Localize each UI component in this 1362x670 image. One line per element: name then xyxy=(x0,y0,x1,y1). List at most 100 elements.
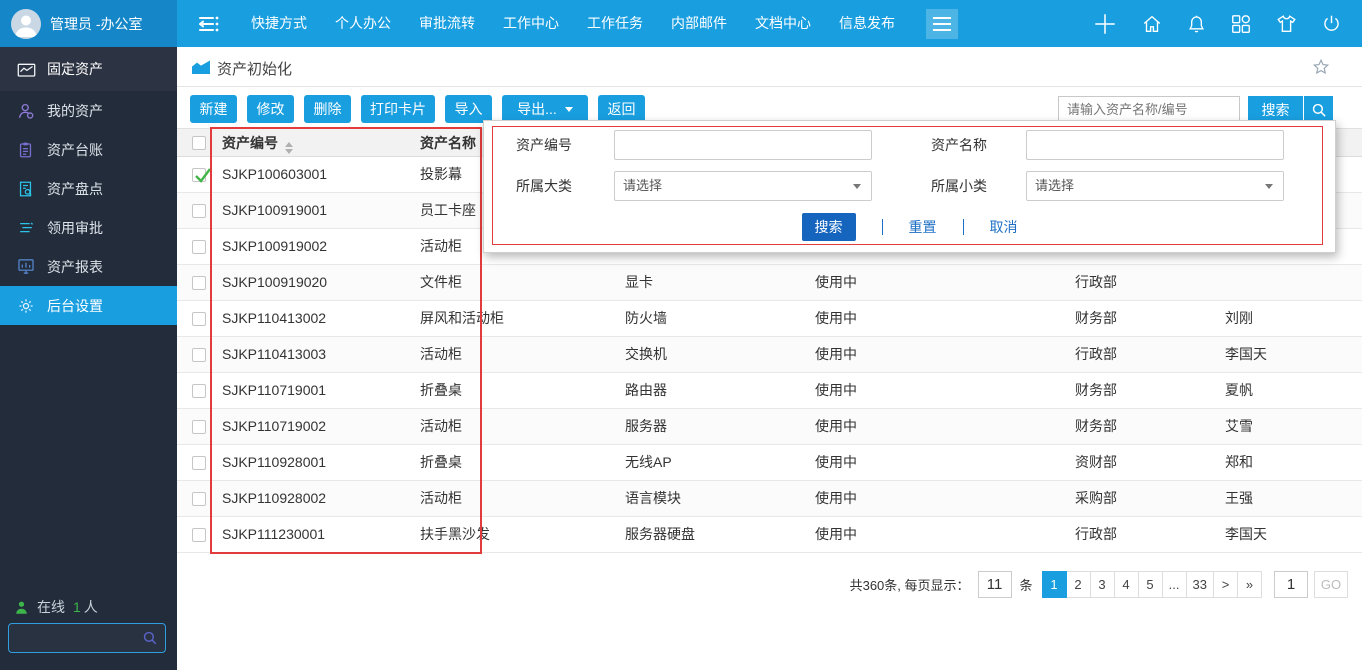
nav-item-2[interactable]: 审批流转 xyxy=(405,0,489,47)
row-checkbox[interactable] xyxy=(192,312,206,326)
toolbar-button-6[interactable]: 返回 xyxy=(598,95,645,123)
cell-name: 折叠桌 xyxy=(414,445,619,480)
apps-icon[interactable] xyxy=(1230,13,1252,35)
sidebar-item-label: 领用审批 xyxy=(47,218,103,238)
select-all-checkbox[interactable] xyxy=(192,136,206,150)
row-checkbox[interactable] xyxy=(192,168,206,182)
sidebar-search-box[interactable] xyxy=(8,623,166,653)
table-row[interactable]: SJKP110413003活动柜交换机使用中行政部李国天 xyxy=(177,337,1362,373)
sidebar-item-1[interactable]: 我的资产 xyxy=(0,91,177,130)
asset-name-field[interactable] xyxy=(1026,130,1284,160)
goto-page-input[interactable] xyxy=(1274,571,1308,598)
row-checkbox[interactable] xyxy=(192,384,206,398)
minor-category-select[interactable]: 请选择 xyxy=(1026,171,1284,201)
favorite-star-icon[interactable] xyxy=(1312,58,1330,76)
ledger-icon xyxy=(17,141,34,159)
cell-name: 折叠桌 xyxy=(414,373,619,408)
page-size-input[interactable] xyxy=(978,571,1012,598)
row-checkbox[interactable] xyxy=(192,204,206,218)
toolbar-button-0[interactable]: 新建 xyxy=(190,95,237,123)
nav-item-0[interactable]: 快捷方式 xyxy=(237,0,321,47)
page-header: 资产初始化 xyxy=(177,47,1362,87)
cell-dept: 财务部 xyxy=(1069,301,1219,336)
nav-collapse-icon[interactable] xyxy=(195,13,221,35)
col-header-name[interactable]: 资产名称 xyxy=(420,135,476,151)
nav-item-1[interactable]: 个人办公 xyxy=(321,0,405,47)
cell-status: 使用中 xyxy=(809,301,1069,336)
toolbar-button-1[interactable]: 修改 xyxy=(247,95,294,123)
cell-user xyxy=(1219,265,1362,300)
row-checkbox[interactable] xyxy=(192,456,206,470)
last-page-button[interactable]: » xyxy=(1237,571,1262,598)
panel-search-button[interactable]: 搜索 xyxy=(802,213,856,241)
major-category-select[interactable]: 请选择 xyxy=(614,171,872,201)
sidebar-search-input[interactable] xyxy=(9,631,142,646)
cell-code: SJKP110719002 xyxy=(210,409,414,444)
toolbar-button-2[interactable]: 删除 xyxy=(304,95,351,123)
asset-search-input[interactable] xyxy=(1058,96,1240,123)
top-menu: 快捷方式个人办公审批流转工作中心工作任务内部邮件文档中心信息发布 xyxy=(237,0,909,47)
page-button-5[interactable]: 5 xyxy=(1138,571,1163,598)
cell-status: 使用中 xyxy=(809,337,1069,372)
nav-item-6[interactable]: 文档中心 xyxy=(741,0,825,47)
sidebar: 固定资产我的资产资产台账资产盘点领用审批资产报表后台设置 在线 1 人 xyxy=(0,47,177,670)
table-row[interactable]: SJKP111230001扶手黑沙发服务器硬盘使用中行政部李国天 xyxy=(177,517,1362,553)
nav-item-3[interactable]: 工作中心 xyxy=(489,0,573,47)
cell-code: SJKP100919002 xyxy=(210,229,414,264)
table-row[interactable]: SJKP100919020文件柜显卡使用中行政部 xyxy=(177,265,1362,301)
search-button[interactable]: 搜索 xyxy=(1248,96,1333,123)
fixed-assets-icon xyxy=(17,61,36,78)
row-checkbox[interactable] xyxy=(192,348,206,362)
asset-code-field[interactable] xyxy=(614,130,872,160)
sidebar-item-6[interactable]: 后台设置 xyxy=(0,286,177,325)
table-row[interactable]: SJKP110719001折叠桌路由器使用中财务部夏帆 xyxy=(177,373,1362,409)
page-button-33[interactable]: 33 xyxy=(1186,571,1214,598)
go-button[interactable]: GO xyxy=(1314,571,1348,598)
home-icon[interactable] xyxy=(1141,13,1163,35)
sidebar-item-0[interactable]: 固定资产 xyxy=(0,47,177,91)
cell-user: 郑和 xyxy=(1219,445,1362,480)
menu-toggle-button[interactable] xyxy=(926,9,958,39)
row-checkbox[interactable] xyxy=(192,492,206,506)
panel-cancel-link[interactable]: 取消 xyxy=(990,217,1018,237)
table-row[interactable]: SJKP110928002活动柜语言模块使用中采购部王强 xyxy=(177,481,1362,517)
row-checkbox[interactable] xyxy=(192,528,206,542)
main-content: 资产初始化 搜索 新建修改删除打印卡片导入导出... 返回 资产编号 资产名称 S… xyxy=(177,47,1362,670)
cell-code: SJKP100919020 xyxy=(210,265,414,300)
toolbar-button-4[interactable]: 导入 xyxy=(445,95,492,123)
sidebar-item-3[interactable]: 资产盘点 xyxy=(0,169,177,208)
nav-item-5[interactable]: 内部邮件 xyxy=(657,0,741,47)
page-title: 资产初始化 xyxy=(217,58,292,79)
theme-icon[interactable] xyxy=(1275,13,1298,35)
table-row[interactable]: SJKP110719002活动柜服务器使用中财务部艾雪 xyxy=(177,409,1362,445)
sort-icon[interactable] xyxy=(285,142,293,154)
nav-item-7[interactable]: 信息发布 xyxy=(825,0,909,47)
cell-name: 扶手黑沙发 xyxy=(414,517,619,552)
page-button-2[interactable]: 2 xyxy=(1066,571,1091,598)
toolbar-button-5[interactable]: 导出... xyxy=(502,95,588,123)
nav-item-4[interactable]: 工作任务 xyxy=(573,0,657,47)
table-row[interactable]: SJKP110413002屏风和活动柜防火墙使用中财务部刘刚 xyxy=(177,301,1362,337)
plus-icon[interactable] xyxy=(1092,11,1118,37)
sidebar-search-icon[interactable] xyxy=(142,630,158,646)
table-row[interactable]: SJKP110928001折叠桌无线AP使用中资财部郑和 xyxy=(177,445,1362,481)
page-title-chart-icon xyxy=(191,59,211,76)
row-checkbox[interactable] xyxy=(192,276,206,290)
bell-icon[interactable] xyxy=(1186,13,1207,35)
sidebar-item-4[interactable]: 领用审批 xyxy=(0,208,177,247)
next-page-button[interactable]: > xyxy=(1213,571,1238,598)
panel-reset-link[interactable]: 重置 xyxy=(909,217,937,237)
cell-code: SJKP100919001 xyxy=(210,193,414,228)
col-header-code[interactable]: 资产编号 xyxy=(222,135,278,151)
row-checkbox[interactable] xyxy=(192,240,206,254)
page-button-1[interactable]: 1 xyxy=(1042,571,1067,598)
user-zone[interactable]: 管理员 -办公室 xyxy=(0,0,177,47)
sidebar-item-2[interactable]: 资产台账 xyxy=(0,130,177,169)
row-checkbox[interactable] xyxy=(192,420,206,434)
field-label-major-category: 所属大类 xyxy=(516,171,572,201)
power-icon[interactable] xyxy=(1321,13,1342,35)
page-button-3[interactable]: 3 xyxy=(1090,571,1115,598)
page-button-4[interactable]: 4 xyxy=(1114,571,1139,598)
toolbar-button-3[interactable]: 打印卡片 xyxy=(361,95,435,123)
sidebar-item-5[interactable]: 资产报表 xyxy=(0,247,177,286)
